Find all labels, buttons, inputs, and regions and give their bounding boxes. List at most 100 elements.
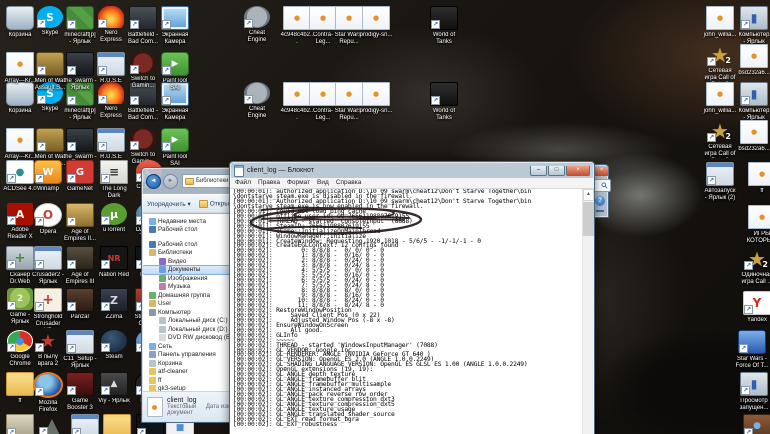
sidebar-item-video[interactable]: Видео [143, 257, 235, 266]
sidebar-item-folder[interactable]: ff [143, 376, 235, 385]
forward-button[interactable]: ► [163, 174, 178, 189]
desktop-icon[interactable]: ↗Panzar [63, 288, 97, 321]
desktop-icon[interactable]: ★2↗Сетевая игра Call of Duty 2 [703, 120, 737, 158]
folder-icon [149, 368, 156, 375]
desktop-icon[interactable]: ↗Battlefield - Bad Com... [126, 6, 160, 46]
desktop-icon[interactable]: ●Array---Kr... [3, 52, 37, 85]
menu-item-4[interactable]: Справка [336, 178, 362, 188]
sidebar-item-dvd[interactable]: DVD RW дисковод (E:) [143, 334, 235, 343]
desktop-icon[interactable]: µ↗uTorrent [97, 203, 131, 234]
desktop-icon[interactable]: ↗Game Booster 3 [63, 372, 97, 412]
desktop-icon[interactable]: ↗R.U.S.E [94, 52, 128, 85]
desktop-icon[interactable]: ●prodigy-sn... [359, 6, 393, 39]
desktop-icon[interactable]: ↗Age of Empires III [63, 246, 97, 286]
desktop-icon[interactable]: ↗World of Tanks [427, 6, 461, 46]
sidebar-item-desktop[interactable]: Рабочий стол [143, 226, 235, 235]
desktop-icon[interactable]: ●Array---Kr... [3, 128, 37, 161]
sidebar-item-disk[interactable]: Локальный диск (C:) [143, 317, 235, 326]
menu-item-2[interactable]: Формат [287, 178, 310, 188]
desktop-icon[interactable]: ●john_willia... [703, 82, 737, 115]
sidebar-item-music[interactable]: Музыка [143, 283, 235, 292]
desktop-icon[interactable]: ↗Cheat Engine [240, 82, 274, 120]
desktop-icon[interactable]: ▶↗PaintTool SAI [158, 52, 192, 92]
close-button[interactable]: × [566, 166, 590, 176]
desktop-icon[interactable]: ↗Cheat Engine [240, 6, 274, 44]
menu-item-3[interactable]: Вид [317, 178, 329, 188]
desktop-icon[interactable]: W↗Winamp [31, 160, 65, 193]
desktop-icon[interactable]: ●john_willia... [703, 6, 737, 39]
desktop-icon[interactable]: ↗Switch to Gamin... [126, 52, 160, 90]
desktop-icon[interactable]: ★2↗Сетевая игра Call of Duty 2 [703, 44, 737, 82]
desktop-icon[interactable]: ▲↗Viy - Ярлык [97, 372, 131, 405]
scrollbar-thumb[interactable] [583, 202, 594, 236]
back-button[interactable]: ◄ [146, 174, 161, 189]
desktop-icon[interactable]: ↗Nero Express [94, 82, 128, 120]
desktop-icon[interactable]: O↗Opera [31, 203, 65, 236]
sidebar-item-disk[interactable]: Локальный диск (D:) [143, 325, 235, 334]
desktop-icon[interactable]: ↗C11_Setup - Ярлык [63, 330, 97, 370]
desktop-icon[interactable]: ●bsd232a6... [737, 44, 770, 77]
desktop-icon[interactable]: Корзина [3, 82, 37, 115]
maximize-button[interactable]: □ [548, 166, 565, 176]
sidebar-item-computer[interactable]: Компьютер [143, 308, 235, 317]
desktop-icon[interactable]: S↗Skype [33, 6, 67, 37]
desktop-icon[interactable]: NR↗Nation Red [97, 246, 131, 279]
desktop-icon[interactable]: G↗GameNet [63, 160, 97, 193]
sidebar-item-control[interactable]: Панель управления [143, 351, 235, 360]
desktop-icon[interactable]: ▮↗Компьютер - Ярлык [737, 82, 770, 122]
notepad-text-area[interactable]: [00:00:01]: authorized application D:\10… [230, 189, 594, 434]
menu-item-0[interactable]: Файл [235, 178, 251, 188]
desktop-icon-label: uTorrent [97, 227, 131, 234]
desktop-icon[interactable]: ★↗В пылу врага 2 [31, 330, 65, 368]
desktop-icon[interactable]: ↗Star Wars - Force Of T... [735, 330, 769, 370]
desktop-icon[interactable]: ↗Nero Express [94, 6, 128, 44]
help-button[interactable]: ? [595, 196, 605, 206]
desktop-icon[interactable]: Y↗Yandex [740, 291, 770, 324]
sidebar-item-recent[interactable]: Недавние места [143, 217, 235, 226]
desktop-icon[interactable]: ↗Age of Empires II... [63, 203, 97, 243]
desktop-icon[interactable]: +↗Stronghold Crusader HD [31, 288, 65, 328]
desktop-icon[interactable]: ●↗ [740, 414, 770, 434]
desktop-icon[interactable]: Z↗ZZima [97, 288, 131, 321]
sidebar-item-trash[interactable]: Корзина [143, 359, 235, 368]
sidebar-item-user[interactable]: User [143, 300, 235, 309]
desktop-icon[interactable]: ↗the_swarm - Ярлык [63, 52, 97, 92]
desktop-icon[interactable]: ≡↗The Long Dark [97, 160, 131, 200]
sidebar-item-desktop[interactable]: Рабочий стол [143, 240, 235, 249]
desktop-icon[interactable]: ↗Экранная Камера [158, 6, 192, 46]
desktop-icon[interactable]: ●bsd232a6... [737, 120, 770, 153]
desktop-icon[interactable]: ▮↗Просмотр запущен... [737, 372, 770, 412]
sidebar-item-libraries[interactable]: Библиотеки [143, 249, 235, 258]
desktop-icon[interactable] [100, 414, 134, 434]
scroll-up-icon[interactable]: ▲ [583, 189, 594, 201]
desktop-icon[interactable]: ↗Автозапуск - Ярлык (2) [703, 162, 737, 202]
desktop-icon[interactable]: ↗World of Tanks [427, 82, 461, 122]
sidebar-item-homegroup[interactable]: Домашняя группа [143, 291, 235, 300]
vertical-scrollbar[interactable]: ▲ [582, 189, 594, 434]
desktop-icon[interactable]: ●ИГРЫ КОТОРЫ... [745, 205, 770, 245]
explorer-close-button[interactable]: × [594, 167, 609, 176]
minimize-button[interactable]: – [530, 166, 547, 176]
desktop-icon[interactable]: ↗minecraft[p] - Ярлык [63, 6, 97, 46]
address-bar[interactable]: Библиотеки ▸ До [182, 174, 233, 188]
desktop-icon[interactable]: ↗Mozilla Firefox [31, 372, 65, 414]
desktop-icon[interactable]: ↗Steam [97, 330, 131, 361]
organize-button[interactable]: Упорядочить ▾ [147, 200, 191, 208]
desktop-icon[interactable]: ★2↗Одиночная игра Call ... [740, 248, 770, 286]
menu-item-1[interactable]: Правка [258, 178, 280, 188]
desktop-icon[interactable]: Корзина [3, 6, 37, 39]
desktop-icon[interactable]: ▲↗ [35, 414, 69, 434]
desktop-icon[interactable]: ▮↗Компьютер - Ярлык [737, 6, 770, 46]
desktop-icon[interactable]: ↗Men of War Assault S... [33, 52, 67, 92]
desktop-icon[interactable]: ↗Crusader2 - Ярлык [31, 246, 65, 286]
sidebar-item-network[interactable]: Сеть [143, 342, 235, 351]
sidebar-item-pictures[interactable]: Изображения [143, 274, 235, 283]
sidebar-item-docs[interactable]: Документы [143, 266, 235, 275]
desktop-icon[interactable]: ↗ [3, 414, 37, 434]
desktop-icon[interactable]: ↗R.U.S.E [94, 128, 128, 161]
desktop-icon[interactable]: ●ff [745, 162, 770, 195]
desktop-icon[interactable]: ●prodigy-sn... [359, 82, 393, 115]
sidebar-item-folder[interactable]: atf-cleaner [143, 368, 235, 377]
notepad-title-bar[interactable]: client_log — Блокнот –□× [230, 162, 594, 178]
desktop-icon[interactable]: ↗ [68, 414, 102, 434]
